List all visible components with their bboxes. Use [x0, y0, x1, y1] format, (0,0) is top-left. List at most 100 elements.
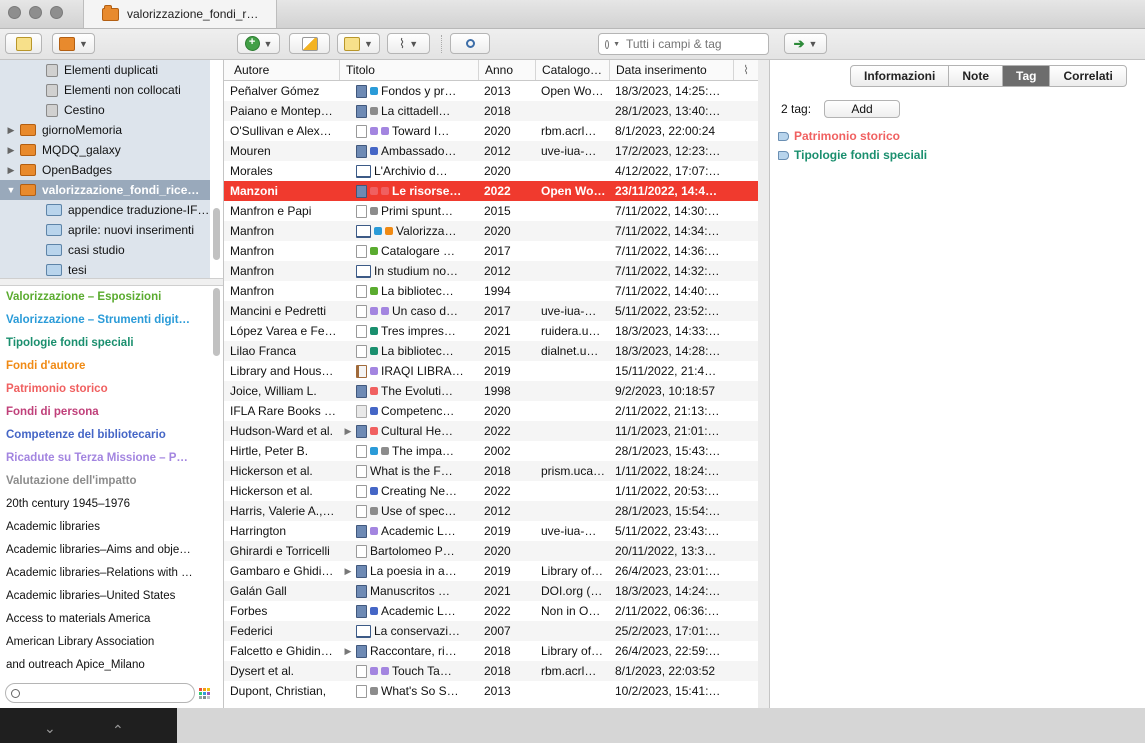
- table-row[interactable]: Joice, William L. The Evoluti… 1998 9/2/202…: [224, 381, 758, 401]
- collection-item[interactable]: casi studio: [0, 240, 210, 260]
- new-collection-button[interactable]: [5, 33, 42, 54]
- collection-item[interactable]: aprile: nuovi inserimenti: [0, 220, 210, 240]
- collection-item[interactable]: Elementi non collocati: [0, 80, 210, 100]
- item-tag[interactable]: Tipologie fondi speciali: [778, 148, 927, 162]
- table-row[interactable]: Forbes Academic L… 2022 Non in O… 2/11/2022,…: [224, 601, 758, 621]
- disclosure-triangle-icon[interactable]: ▶: [6, 165, 16, 176]
- table-row[interactable]: Manfron Valorizza… 2020 7/11/2022, 14:34:…: [224, 221, 758, 241]
- collections-tree[interactable]: Elementi duplicati Elementi non collocati…: [0, 60, 210, 278]
- column-header-anno[interactable]: Anno: [479, 60, 536, 80]
- tag-selector-item[interactable]: Valorizzazione – Esposizioni: [0, 286, 210, 309]
- table-row[interactable]: Morales L'Archivio d… 2020 4/12/2022, 17:07…: [224, 161, 758, 181]
- table-row[interactable]: Manfron Catalogare … 2017 7/11/2022, 14:36:…: [224, 241, 758, 261]
- table-row[interactable]: Mancini e Pedretti Un caso d… 2017 uve-iua-…: [224, 301, 758, 321]
- tag-selector-item[interactable]: Fondi di persona: [0, 401, 210, 424]
- table-row[interactable]: Manfron La bibliotec… 1994 7/11/2022, 14:40…: [224, 281, 758, 301]
- add-tag-button[interactable]: Add: [824, 100, 900, 118]
- new-library-button[interactable]: ▼: [52, 33, 95, 54]
- new-item-button[interactable]: + ▼: [237, 33, 280, 54]
- tag-selector-item[interactable]: Academic libraries–Relations with …: [0, 562, 210, 585]
- collection-item[interactable]: ▼ valorizzazione_fondi_rice…: [0, 180, 210, 200]
- zoom-window-button[interactable]: [50, 6, 63, 19]
- search-mode-chevron-icon[interactable]: ▼: [613, 41, 620, 48]
- tag-filter-input[interactable]: [24, 686, 188, 700]
- collection-item[interactable]: ▶ giornoMemoria: [0, 120, 210, 140]
- table-row[interactable]: Gambaro e Ghidi… ▶ La poesia in a… 2019 Libr…: [224, 561, 758, 581]
- tag-selector-item[interactable]: Patrimonio storico: [0, 378, 210, 401]
- tag-selector-item[interactable]: Academic libraries: [0, 516, 210, 539]
- new-note-button[interactable]: ▼: [337, 33, 380, 54]
- tag-selector-item[interactable]: Valutazione dell'impatto: [0, 470, 210, 493]
- tag-selector-item[interactable]: Ricadute su Terza Missione – P…: [0, 447, 210, 470]
- tag-selector-item[interactable]: Access to materials America: [0, 608, 210, 631]
- tag-selector-item[interactable]: Tipologie fondi speciali: [0, 332, 210, 355]
- tag-selector-item[interactable]: and outreach Apice_Milano: [0, 654, 210, 677]
- tag-filter-field[interactable]: [5, 683, 195, 703]
- table-row[interactable]: Hickerson et al. What is the F… 2018 prism.…: [224, 461, 758, 481]
- table-row[interactable]: Galán Gall Manuscritos … 2021 DOI.org (… 18/…: [224, 581, 758, 601]
- library-tab[interactable]: valorizzazione_fondi_r…: [83, 0, 277, 28]
- collection-item[interactable]: Cestino: [0, 100, 210, 120]
- expand-arrow-icon[interactable]: ▶: [340, 421, 356, 441]
- table-row[interactable]: Ghirardi e Torricelli Bartolomeo P… 2020 20…: [224, 541, 758, 561]
- table-row[interactable]: Harrington Academic L… 2019 uve-iua-… 5/11/2…: [224, 521, 758, 541]
- tab-informazioni[interactable]: Informazioni: [851, 66, 950, 86]
- collection-item[interactable]: ▶ OpenBadges: [0, 160, 210, 180]
- table-row[interactable]: Hickerson et al. Creating Ne… 2022 1/11/202…: [224, 481, 758, 501]
- column-header-catalogo[interactable]: Catalogo…: [536, 60, 610, 80]
- tag-selector-item[interactable]: Academic libraries–Aims and obje…: [0, 539, 210, 562]
- tab-tag[interactable]: Tag: [1003, 66, 1051, 86]
- table-row[interactable]: Library and Hous… IRAQI LIBRA… 2019 15/11/2…: [224, 361, 758, 381]
- table-row[interactable]: Lilao Franca La bibliotec… 2015 dialnet.u… 1…: [224, 341, 758, 361]
- column-header-titolo[interactable]: Titolo: [340, 60, 479, 80]
- item-tag[interactable]: Patrimonio storico: [778, 129, 900, 143]
- collection-item[interactable]: Elementi duplicati: [0, 60, 210, 80]
- locate-button[interactable]: ➔ ▼: [784, 33, 827, 54]
- collection-item[interactable]: ▶ MQDQ_galaxy: [0, 140, 210, 160]
- table-row[interactable]: Manfron e Papi Primi spunt… 2015 7/11/2022,…: [224, 201, 758, 221]
- table-row[interactable]: Dysert et al. Touch Ta… 2018 rbm.acrl… 8/1/2…: [224, 661, 758, 681]
- table-row[interactable]: Dupont, Christian, What's So S… 2013 10/2/2…: [224, 681, 758, 701]
- table-row[interactable]: Harris, Valerie A.,… Use of spec… 2012 28/1…: [224, 501, 758, 521]
- column-header-autore[interactable]: Autore: [224, 60, 340, 80]
- tag-selector-item[interactable]: Academic libraries–United States: [0, 585, 210, 608]
- tab-correlati[interactable]: Correlati: [1050, 66, 1125, 86]
- close-window-button[interactable]: [8, 6, 21, 19]
- table-row[interactable]: Peñalver Gómez Fondos y pr… 2013 Open Wo… 18…: [224, 81, 758, 101]
- expand-arrow-icon[interactable]: ▶: [340, 561, 356, 581]
- table-row[interactable]: Mouren Ambassado… 2012 uve-iua-… 17/2/2023, …: [224, 141, 758, 161]
- tag-selector-scrollbar[interactable]: [213, 288, 220, 356]
- table-row[interactable]: O'Sullivan e Alex… Toward I… 2020 rbm.acrl……: [224, 121, 758, 141]
- table-row[interactable]: Hirtle, Peter B. The impa… 2002 28/1/2023, …: [224, 441, 758, 461]
- attachments-column-header[interactable]: ⌇: [734, 60, 758, 80]
- expand-arrow-icon[interactable]: ▶: [340, 641, 356, 661]
- add-by-identifier-button[interactable]: [289, 33, 330, 54]
- table-row[interactable]: Falcetto e Ghidin… ▶ Raccontare, ri… 2018 Li…: [224, 641, 758, 661]
- tab-note[interactable]: Note: [949, 66, 1004, 86]
- advanced-search-button[interactable]: [450, 33, 490, 54]
- pane-splitter[interactable]: [0, 278, 223, 286]
- tag-selector-item[interactable]: Fondi d'autore: [0, 355, 210, 378]
- table-row[interactable]: Manfron In studium no… 2012 7/11/2022, 14:3…: [224, 261, 758, 281]
- collection-item[interactable]: appendice traduzione-IF…: [0, 200, 210, 220]
- disclosure-triangle-icon[interactable]: ▼: [6, 185, 16, 195]
- tag-selector-item[interactable]: Competenze del bibliotecario: [0, 424, 210, 447]
- minimize-window-button[interactable]: [29, 6, 42, 19]
- disclosure-triangle-icon[interactable]: ▶: [6, 145, 16, 156]
- disclosure-triangle-icon[interactable]: ▶: [6, 125, 16, 136]
- table-row[interactable]: IFLA Rare Books … Competenc… 2020 2/11/2022…: [224, 401, 758, 421]
- search-field[interactable]: ▼: [598, 33, 769, 55]
- collection-item[interactable]: tesi: [0, 260, 210, 278]
- tag-color-grid-icon[interactable]: [199, 688, 210, 699]
- table-row[interactable]: Federici La conservazi… 2007 25/2/2023, 17:…: [224, 621, 758, 641]
- tag-selector-item[interactable]: 20th century 1945–1976: [0, 493, 210, 516]
- search-input[interactable]: [624, 36, 768, 52]
- table-row[interactable]: López Varea e Fe… Tres impres… 2021 ruidera…: [224, 321, 758, 341]
- tag-selector-item[interactable]: Valorizzazione – Strumenti digit…: [0, 309, 210, 332]
- table-row[interactable]: Paiano e Montep… La cittadell… 2018 28/1/20…: [224, 101, 758, 121]
- table-row[interactable]: Manzoni Le risorse… 2022 Open Wo… 23/11/2022…: [224, 181, 758, 201]
- tag-selector-item[interactable]: American Library Association: [0, 631, 210, 654]
- column-header-data-inserimento[interactable]: Data inserimento: [610, 60, 734, 80]
- add-attachment-button[interactable]: ⌇ ▼: [387, 33, 430, 54]
- collections-scrollbar[interactable]: [213, 208, 220, 260]
